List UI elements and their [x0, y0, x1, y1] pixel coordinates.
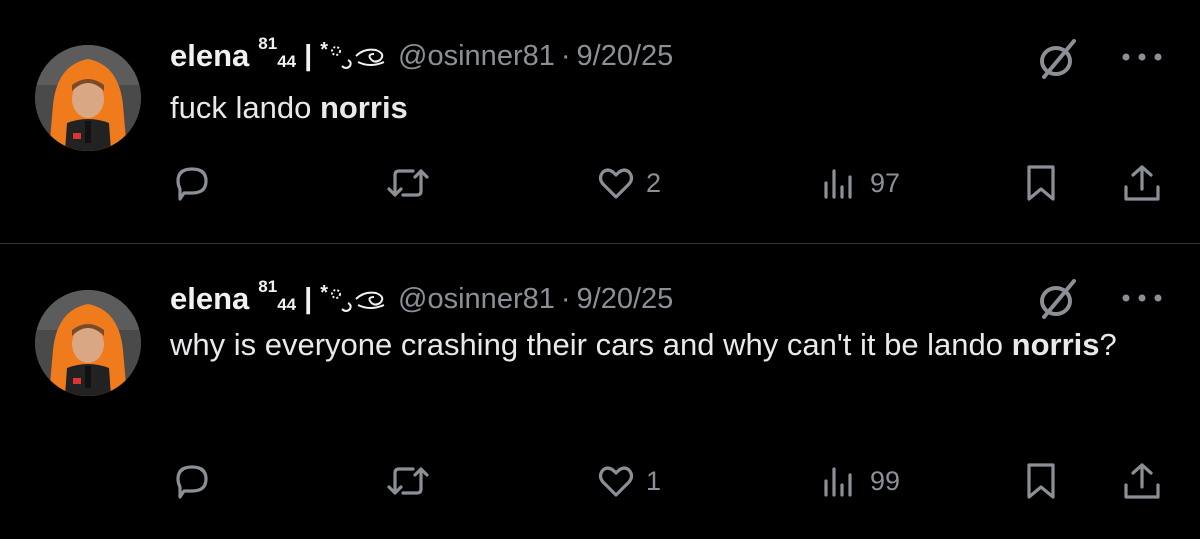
bookmark-button[interactable] — [1021, 158, 1061, 208]
separator: · — [560, 282, 571, 315]
tweet-text: fuck lando norris — [170, 84, 1170, 132]
name-bar: | — [304, 282, 313, 315]
name-star: * — [320, 281, 329, 304]
reply-icon — [176, 167, 208, 201]
views-icon — [824, 169, 852, 199]
share-icon — [1124, 463, 1160, 499]
name-star: * — [320, 38, 329, 61]
like-button[interactable]: 1 — [596, 456, 661, 506]
name-subscript: 44 — [277, 295, 297, 314]
bookmark-button[interactable] — [1021, 456, 1061, 506]
views-count: 99 — [870, 465, 901, 496]
views-icon — [824, 467, 852, 497]
handle[interactable]: @osinner81 — [398, 40, 555, 73]
repost-button[interactable] — [383, 158, 443, 208]
like-count: 1 — [646, 465, 662, 496]
avatar-image — [35, 45, 141, 151]
avatar[interactable] — [35, 45, 141, 151]
verified-icon[interactable] — [1036, 277, 1080, 321]
timestamp[interactable]: 9/20/25 — [577, 40, 674, 73]
like-count: 2 — [646, 167, 662, 198]
text-part: ? — [1099, 327, 1117, 362]
text-part: why is everyone crashing their cars and … — [170, 327, 1012, 362]
share-button[interactable] — [1120, 456, 1164, 506]
tweet-text: why is everyone crashing their cars and … — [170, 321, 1160, 369]
more-icon[interactable] — [1120, 291, 1164, 305]
tweet-header: elena 81 44 | * @osinner81 · 9/20/25 — [170, 34, 674, 76]
bookmark-icon — [1027, 463, 1055, 499]
name-subscript: 44 — [277, 52, 297, 71]
like-icon — [598, 168, 634, 199]
name-superscript: 81 — [258, 34, 278, 53]
display-name[interactable]: elena — [170, 38, 249, 74]
reply-button[interactable] — [172, 158, 222, 208]
repost-icon — [387, 467, 429, 495]
more-icon[interactable] — [1120, 50, 1164, 64]
share-icon — [1124, 165, 1160, 201]
like-icon — [598, 466, 634, 497]
verified-icon[interactable] — [1036, 37, 1080, 81]
tweet-2[interactable]: elena 81 44 | * @osinner81 · 9/20/25 why… — [0, 244, 1200, 539]
action-bar: 2 97 — [0, 158, 1200, 208]
avatar-image — [35, 290, 141, 396]
reply-button[interactable] — [172, 456, 222, 506]
timestamp[interactable]: 9/20/25 — [577, 283, 674, 316]
display-name[interactable]: elena — [170, 281, 249, 317]
name-superscript: 81 — [258, 277, 278, 296]
views-button[interactable]: 99 — [820, 456, 900, 506]
like-button[interactable]: 2 — [596, 158, 661, 208]
text-part-bold: norris — [319, 90, 408, 125]
handle[interactable]: @osinner81 — [398, 283, 555, 316]
name-bar: | — [304, 39, 313, 72]
separator: · — [560, 39, 571, 72]
action-bar: 1 99 — [0, 456, 1200, 506]
ornament-icon — [331, 289, 385, 312]
bookmark-icon — [1027, 165, 1055, 201]
tweet-header: elena 81 44 | * @osinner81 · 9/20/25 — [170, 277, 674, 319]
views-count: 97 — [870, 167, 901, 198]
tweet-1[interactable]: elena 81 44 | * @osinner81 · 9/20/25 fuc… — [0, 0, 1200, 243]
ornament-icon — [331, 46, 385, 69]
repost-icon — [387, 169, 429, 197]
reply-icon — [176, 465, 208, 499]
views-button[interactable]: 97 — [820, 158, 900, 208]
share-button[interactable] — [1120, 158, 1164, 208]
avatar[interactable] — [35, 290, 141, 396]
text-part: fuck lando — [170, 90, 320, 125]
text-part-bold: norris — [1011, 327, 1100, 362]
repost-button[interactable] — [383, 456, 443, 506]
